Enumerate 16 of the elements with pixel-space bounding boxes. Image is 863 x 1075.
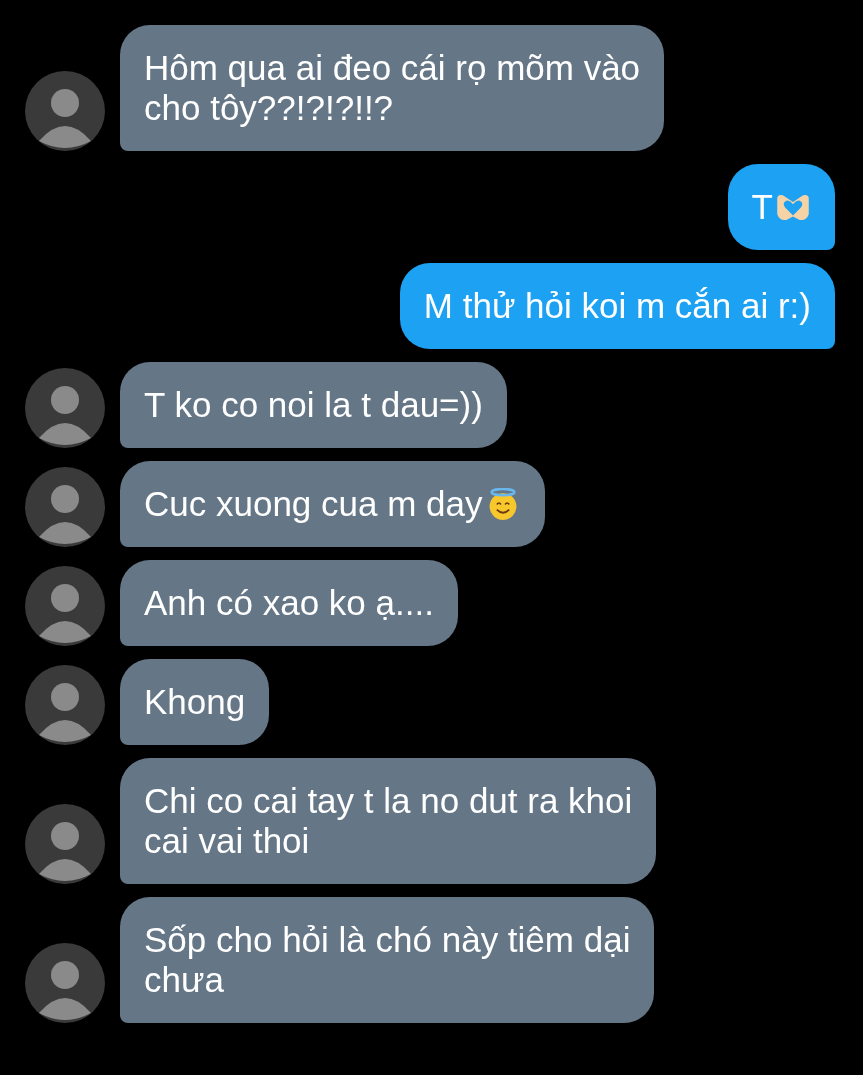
avatar-icon [25,665,105,745]
avatar-icon [25,943,105,1023]
avatar-icon [25,566,105,646]
avatar-icon [25,368,105,448]
avatar-icon [25,71,105,151]
message-text: Khong [144,682,246,722]
message-text: Cuc xuong cua m day [144,484,483,524]
message-text: T ko co noi la t dau=)) [144,385,483,425]
message-text: Hôm qua ai đeo cái rọ mõm vào cho tôy??!?!?!!? [144,48,641,128]
avatar-icon [25,804,105,884]
message-text: M thử hỏi koi m cắn ai r:) [423,286,811,326]
message-text: Sốp cho hỏi là chó này tiêm dại chưa [144,920,631,1000]
message-text: Anh có xao ko ạ.... [144,583,434,623]
avatar-icon [25,467,105,547]
message-text: Chi co cai tay t la no dut ra khoi cai vai thoi [144,781,633,861]
message-text: T [751,187,773,227]
